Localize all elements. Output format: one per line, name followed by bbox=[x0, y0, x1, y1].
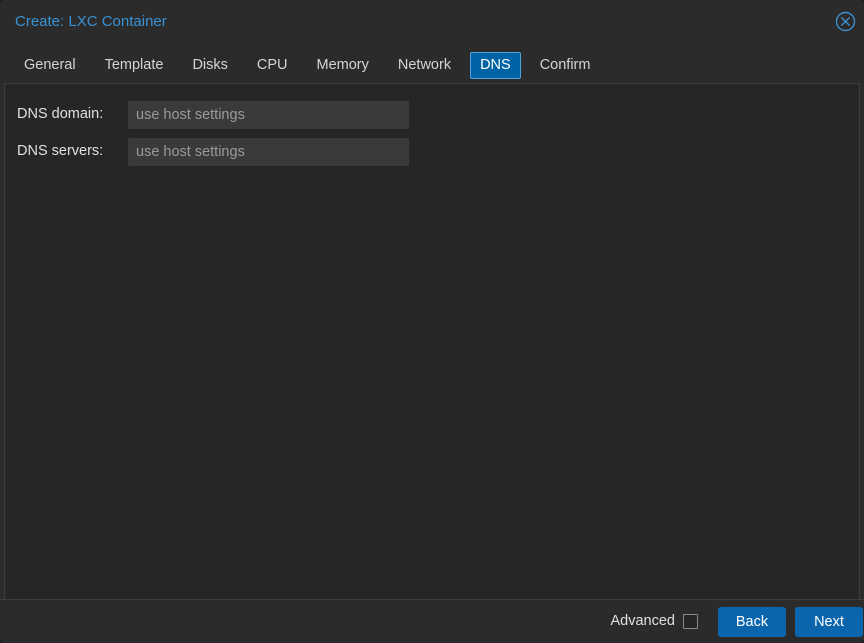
dialog-footer: Advanced Back Next bbox=[0, 599, 864, 643]
dns-form: DNS domain: DNS servers: bbox=[5, 96, 859, 170]
dns-settings-panel: DNS domain: DNS servers: bbox=[4, 83, 860, 599]
close-icon[interactable] bbox=[833, 9, 857, 33]
tab-disks[interactable]: Disks bbox=[182, 52, 237, 79]
tab-template[interactable]: Template bbox=[95, 52, 174, 79]
tab-confirm[interactable]: Confirm bbox=[530, 52, 601, 79]
dns-domain-input[interactable] bbox=[128, 100, 409, 129]
tab-memory[interactable]: Memory bbox=[307, 52, 379, 79]
tab-cpu[interactable]: CPU bbox=[247, 52, 298, 79]
advanced-toggle-group[interactable]: Advanced bbox=[610, 613, 698, 630]
dns-servers-row: DNS servers: bbox=[5, 133, 859, 170]
dns-servers-label: DNS servers: bbox=[17, 143, 104, 159]
wizard-tabbar: General Template Disks CPU Memory Networ… bbox=[0, 42, 864, 83]
dialog-title: Create: LXC Container bbox=[15, 13, 167, 30]
dialog-titlebar: Create: LXC Container bbox=[0, 0, 864, 42]
dns-domain-label: DNS domain: bbox=[17, 106, 104, 122]
tab-dns[interactable]: DNS bbox=[470, 52, 521, 79]
advanced-label: Advanced bbox=[610, 613, 676, 629]
tab-general[interactable]: General bbox=[14, 52, 86, 79]
dns-domain-row: DNS domain: bbox=[5, 96, 859, 133]
tab-network[interactable]: Network bbox=[388, 52, 461, 79]
dns-servers-input[interactable] bbox=[128, 137, 409, 166]
next-button[interactable]: Next bbox=[795, 606, 863, 637]
back-button[interactable]: Back bbox=[718, 606, 786, 637]
advanced-checkbox[interactable] bbox=[683, 614, 698, 629]
create-lxc-container-dialog: Create: LXC Container General Template D… bbox=[0, 0, 864, 643]
